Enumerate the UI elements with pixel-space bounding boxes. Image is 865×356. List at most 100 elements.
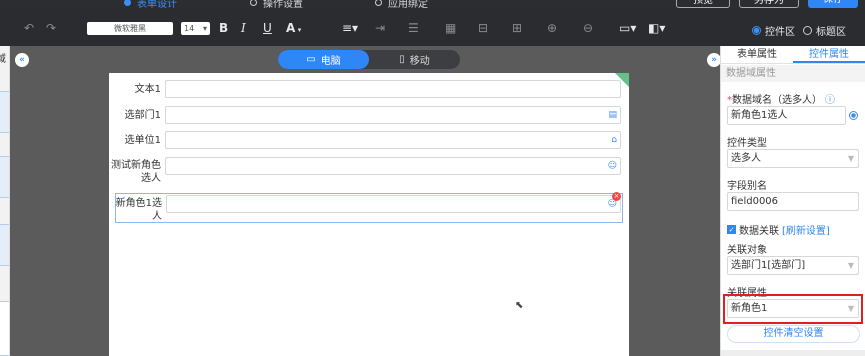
field-label: 文本1 xyxy=(134,84,161,95)
left-panel-label: 域 xyxy=(0,50,6,65)
highlight-box xyxy=(723,294,863,324)
refresh-settings-link[interactable]: [刷新设置] xyxy=(782,222,830,237)
link-target-select[interactable]: 选部门1[选部门] ▼ xyxy=(727,256,859,275)
radio-icon xyxy=(803,26,812,35)
organization-picker-icon[interactable]: ⌂ xyxy=(611,135,617,145)
desktop-view-button[interactable]: ▭ 电脑 xyxy=(278,50,369,69)
underline-button[interactable]: U xyxy=(263,21,272,35)
redo-icon[interactable]: ↷ xyxy=(46,21,56,35)
toggle-control-area[interactable]: 控件区 xyxy=(752,23,795,38)
left-panel-block xyxy=(0,301,9,356)
app-header: 表单设计 操作设置 应用绑定 预览 另存为 保存 xyxy=(0,0,865,9)
mobile-label: 移动 xyxy=(409,56,430,67)
step-dot-icon xyxy=(124,0,131,6)
line-spacing-icon[interactable]: ☰ xyxy=(408,21,419,35)
left-panel-block xyxy=(0,156,9,198)
toggle-title-area[interactable]: 标题区 xyxy=(803,23,846,38)
font-family-select[interactable]: 微软雅黑 xyxy=(87,22,173,35)
left-panel: 域 xyxy=(0,46,10,356)
form-field-row[interactable]: 选单位1 ⌂ xyxy=(109,131,629,151)
department-picker-icon[interactable]: ▤ xyxy=(608,110,617,120)
monitor-icon: ▭ xyxy=(306,54,316,65)
insert-row-icon[interactable]: ⊕ xyxy=(547,21,557,35)
field-name-label-text: 数据域名（选多人） xyxy=(732,95,822,106)
step-dot-icon xyxy=(375,0,382,6)
form-field-row-selected[interactable]: 新角色1选人 ☺ × xyxy=(115,192,623,223)
step-label: 应用绑定 xyxy=(388,0,428,9)
font-color-button[interactable]: A ▾ xyxy=(286,21,301,37)
field-label: 新角色1选人 xyxy=(115,198,162,222)
step-operation-settings[interactable]: 操作设置 xyxy=(250,0,303,9)
layout-icon[interactable]: ◧▾ xyxy=(648,21,665,35)
field-input[interactable]: ☺ xyxy=(166,195,621,213)
mouse-cursor-icon: ⬉ xyxy=(515,300,524,311)
step-app-binding[interactable]: 应用绑定 xyxy=(375,0,428,9)
font-size-select[interactable]: 14 ▾ xyxy=(181,22,210,35)
undo-icon[interactable]: ↶ xyxy=(24,21,34,35)
desktop-label: 电脑 xyxy=(320,56,341,67)
clear-settings-button[interactable]: 控件清空设置 xyxy=(727,325,860,343)
chevron-down-icon: ▾ xyxy=(202,24,207,33)
italic-button[interactable]: I xyxy=(241,21,246,35)
form-field-row[interactable]: 文本1 xyxy=(109,80,629,100)
control-type-select[interactable]: 选多人 ▼ xyxy=(727,149,859,168)
data-link-label: 数据关联 xyxy=(739,226,779,237)
save-button[interactable]: 保存 xyxy=(808,0,858,8)
field-input[interactable] xyxy=(165,80,621,98)
chevron-down-icon: ▼ xyxy=(847,261,854,270)
split-cells-icon[interactable]: ⊞ xyxy=(512,21,522,35)
step-form-design[interactable]: 表单设计 xyxy=(124,0,177,9)
step-label: 表单设计 xyxy=(137,0,177,9)
link-target-value: 选部门1[选部门] xyxy=(731,260,806,271)
save-as-button[interactable]: 另存为 xyxy=(739,0,799,8)
field-input[interactable]: ☺ xyxy=(165,157,621,175)
step-label: 操作设置 xyxy=(263,0,303,9)
field-label: 测试新角色选人 xyxy=(111,160,161,184)
field-name-input[interactable]: 新角色1选人 xyxy=(727,106,846,125)
form-canvas: 文本1 选部门1 ▤ 选单位1 ⌂ 测试新角色选人 ☺ 新角色1选人 ☺ × xyxy=(109,73,629,356)
table-insert-icon[interactable]: ▦ xyxy=(445,21,456,35)
field-label: 选单位1 xyxy=(124,135,161,146)
merge-cells-icon[interactable]: ⊟ xyxy=(478,21,488,35)
toggle-label: 标题区 xyxy=(816,27,846,38)
field-input[interactable]: ⌂ xyxy=(165,131,621,149)
device-toggle: ▭ 电脑 ▯ 移动 xyxy=(278,50,460,69)
tab-form-properties[interactable]: 表单属性 xyxy=(721,46,793,63)
step-dot-icon xyxy=(250,0,257,6)
form-field-row[interactable]: 选部门1 ▤ xyxy=(109,106,629,126)
preview-button[interactable]: 预览 xyxy=(676,0,730,8)
left-panel-block xyxy=(0,91,9,133)
control-type-value: 选多人 xyxy=(731,153,761,164)
alias-input[interactable]: field0006 xyxy=(727,192,859,211)
data-link-checkbox[interactable]: ✓ 数据关联 [刷新设置] xyxy=(727,222,830,237)
align-icon[interactable]: ≡▾ xyxy=(342,21,358,35)
collapse-right-icon[interactable]: » xyxy=(707,53,721,67)
form-grid-icon[interactable]: ▭▾ xyxy=(619,21,636,35)
mobile-view-button[interactable]: ▯ 移动 xyxy=(369,50,460,69)
font-size-value: 14 xyxy=(184,24,195,33)
link-target-label: 关联对象 xyxy=(727,245,767,256)
toggle-label: 控件区 xyxy=(765,27,795,38)
left-panel-block xyxy=(0,224,9,266)
control-type-label: 控件类型 xyxy=(727,138,767,149)
bold-button[interactable]: B xyxy=(219,21,228,35)
checkbox-checked-icon: ✓ xyxy=(727,225,736,234)
collapse-left-icon[interactable]: « xyxy=(15,53,29,67)
phone-icon: ▯ xyxy=(399,54,405,65)
section-title: 数据域属性 xyxy=(721,65,865,82)
radio-icon xyxy=(752,26,761,35)
indent-icon[interactable]: ⇥ xyxy=(375,21,385,35)
chevron-down-icon: ▼ xyxy=(847,154,854,163)
alias-label: 字段别名 xyxy=(727,181,767,192)
field-label: 选部门1 xyxy=(124,110,161,121)
person-picker-icon[interactable]: ☺ xyxy=(608,161,617,171)
font-color-label: A xyxy=(286,21,296,35)
delete-row-icon[interactable]: ⊖ xyxy=(583,21,593,35)
delete-field-icon[interactable]: × xyxy=(612,192,621,201)
tab-control-properties[interactable]: 控件属性 xyxy=(793,46,865,63)
radio-icon[interactable] xyxy=(849,111,858,120)
format-toolbar: ↶ ↷ 微软雅黑 14 ▾ B I U A ▾ ≡▾ ⇥ ☰ ▦ ⊟ ⊞ ⊕ ⊖ … xyxy=(0,9,865,46)
help-icon[interactable]: ⓘ xyxy=(825,95,835,106)
form-field-row[interactable]: 测试新角色选人 ☺ xyxy=(109,157,629,185)
field-input[interactable]: ▤ xyxy=(165,106,621,124)
